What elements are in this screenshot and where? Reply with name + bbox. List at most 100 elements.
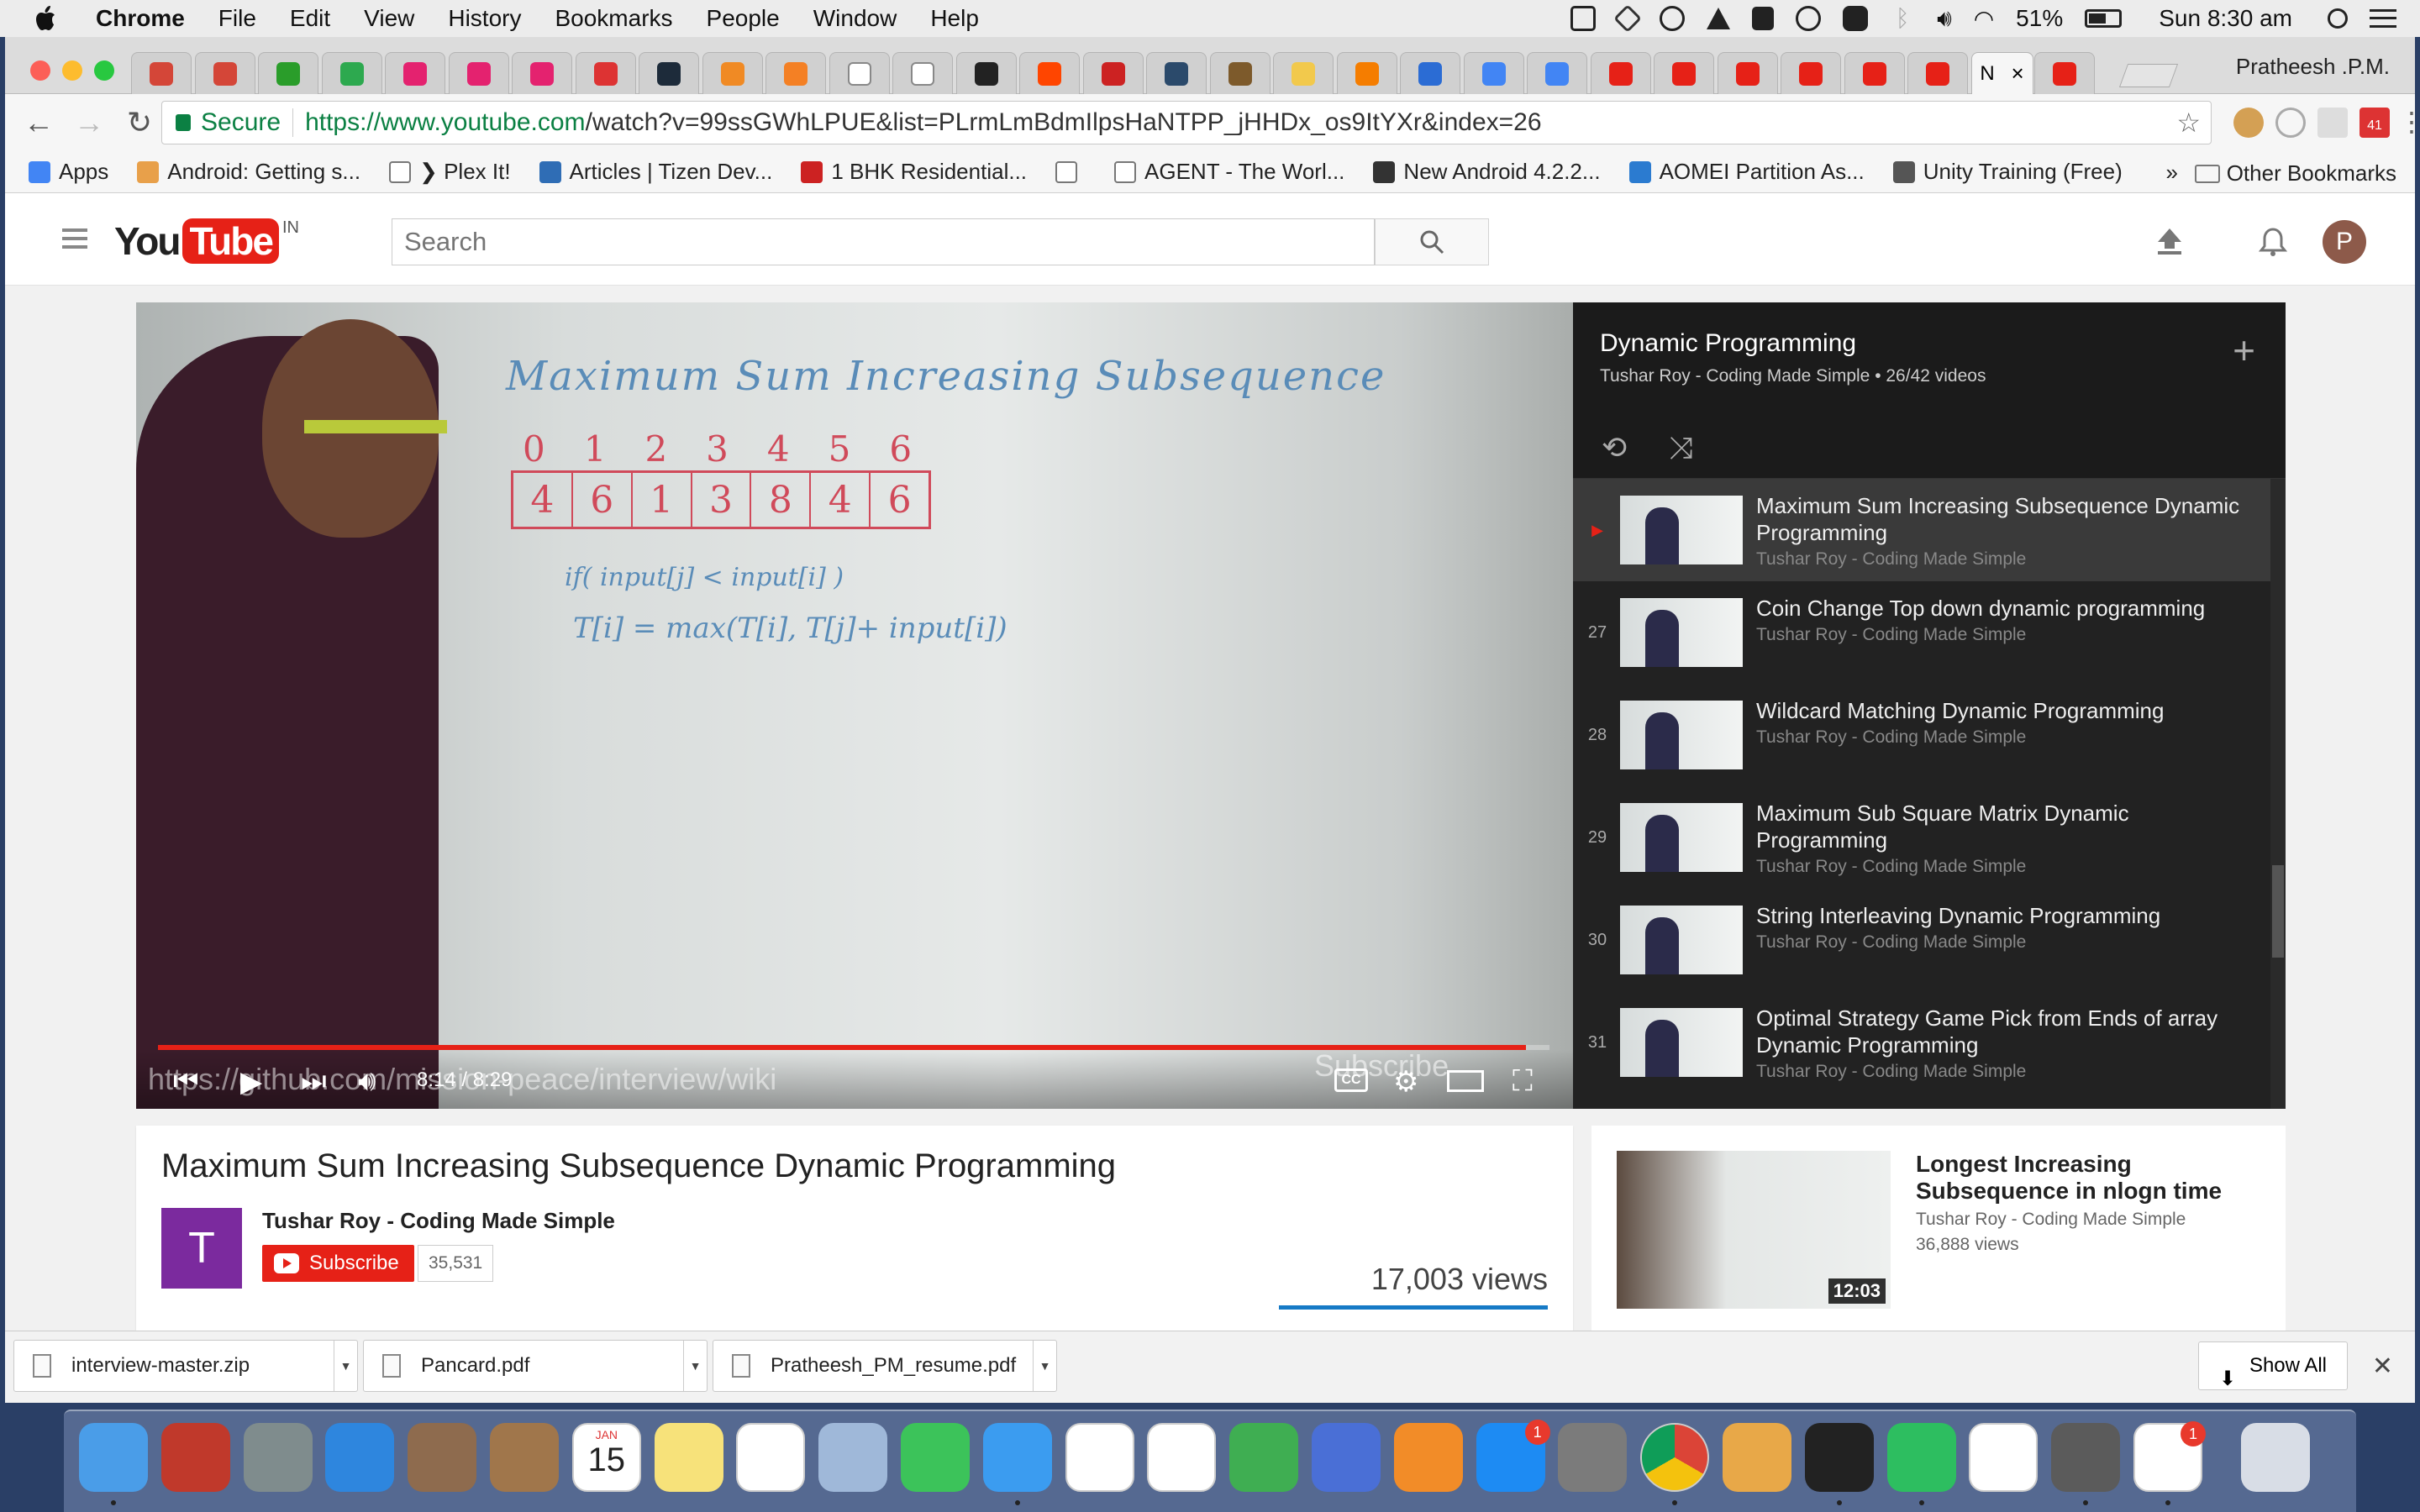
playlist-item-thumbnail[interactable] bbox=[1620, 496, 1743, 564]
related-video[interactable]: 12:03 Longest Increasing Subsequence in … bbox=[1591, 1126, 2286, 1331]
bookmark-item[interactable]: AOMEI Partition As... bbox=[1628, 159, 1865, 185]
loop-playlist-icon[interactable]: ⟲ bbox=[1602, 430, 1627, 465]
account-avatar[interactable]: P bbox=[2323, 220, 2366, 264]
playlist-item-title[interactable]: Maximum Sub Square Matrix Dynamic Progra… bbox=[1756, 800, 2252, 853]
browser-tab[interactable] bbox=[385, 52, 445, 94]
browser-tab[interactable] bbox=[575, 52, 636, 94]
related-title[interactable]: Longest Increasing Subsequence in nlogn … bbox=[1916, 1151, 2269, 1205]
playlist-item[interactable]: ▶ Maximum Sum Increasing Subsequence Dyna… bbox=[1573, 479, 2270, 581]
browser-tab[interactable] bbox=[1336, 52, 1397, 94]
download-menu-button[interactable]: ▼ bbox=[1033, 1341, 1056, 1391]
adobe-status-icon[interactable] bbox=[1752, 7, 1775, 30]
browser-tab[interactable] bbox=[512, 52, 572, 94]
calendar-icon[interactable]: JAN 15 bbox=[571, 1423, 641, 1492]
browser-tab[interactable] bbox=[448, 52, 509, 94]
playlist-item-title[interactable]: Wildcard Matching Dynamic Programming bbox=[1756, 697, 2252, 724]
browser-tab[interactable] bbox=[2034, 52, 2095, 94]
forward-button[interactable]: → bbox=[71, 104, 108, 141]
menu-bookmarks[interactable]: Bookmarks bbox=[555, 5, 672, 32]
messages-icon[interactable] bbox=[982, 1423, 1052, 1492]
menu-help[interactable]: Help bbox=[930, 5, 979, 32]
download-menu-button[interactable]: ▼ bbox=[334, 1341, 357, 1391]
playlist-item-title[interactable]: String Interleaving Dynamic Programming bbox=[1756, 902, 2252, 929]
browser-tab[interactable] bbox=[1527, 52, 1587, 94]
menu-view[interactable]: View bbox=[364, 5, 414, 32]
terminal-icon[interactable] bbox=[1804, 1423, 1874, 1492]
notes-icon[interactable] bbox=[654, 1423, 723, 1492]
menu-file[interactable]: File bbox=[218, 5, 256, 32]
browser-tab[interactable] bbox=[1400, 52, 1460, 94]
browser-tab[interactable] bbox=[1844, 52, 1905, 94]
close-window-button[interactable] bbox=[30, 60, 50, 81]
cookie-extension-icon[interactable] bbox=[2233, 108, 2264, 138]
channel-name[interactable]: Tushar Roy - Coding Made Simple bbox=[262, 1208, 615, 1234]
playlist-item-thumbnail[interactable] bbox=[1620, 1008, 1743, 1077]
subscribe-overlay[interactable]: Subscribe bbox=[1314, 1048, 1449, 1084]
browser-tab[interactable] bbox=[1907, 52, 1968, 94]
address-bar[interactable]: Secure https://www.youtube.com /watch?v=… bbox=[161, 101, 2212, 144]
photos-icon[interactable] bbox=[1065, 1423, 1134, 1492]
chrome-icon[interactable] bbox=[1640, 1423, 1710, 1492]
theater-mode-icon[interactable] bbox=[1447, 1070, 1484, 1092]
apple-menu-icon[interactable] bbox=[34, 4, 59, 33]
trash-icon[interactable] bbox=[2240, 1423, 2310, 1492]
shield-status-icon[interactable] bbox=[1570, 6, 1597, 31]
blocked-status-icon[interactable] bbox=[1796, 6, 1822, 31]
playlist-scroll-thumb[interactable] bbox=[2272, 865, 2284, 958]
browser-tab[interactable] bbox=[892, 52, 953, 94]
grid-extension-icon[interactable] bbox=[2317, 108, 2348, 138]
zoom-window-button[interactable] bbox=[94, 60, 114, 81]
browser-tab[interactable] bbox=[258, 52, 318, 94]
add-playlist-icon[interactable]: + bbox=[2233, 328, 2255, 373]
video-player[interactable]: Maximum Sum Increasing Subsequence 01234… bbox=[136, 302, 1573, 1109]
battery-percent[interactable]: 51% bbox=[2016, 5, 2063, 32]
playlist-item[interactable]: 29 Maximum Sub Square Matrix Dynamic Prog… bbox=[1573, 786, 2270, 889]
pages-icon[interactable] bbox=[1723, 1423, 1791, 1492]
guide-menu-icon[interactable] bbox=[62, 228, 87, 249]
security-icon[interactable] bbox=[160, 1423, 230, 1492]
playlist-item[interactable]: 30 String Interleaving Dynamic Programmin… bbox=[1573, 889, 2270, 991]
fullscreen-icon[interactable]: ⛶ bbox=[1512, 1065, 1533, 1098]
browser-tab[interactable] bbox=[1717, 52, 1778, 94]
itunes-icon[interactable] bbox=[1147, 1423, 1217, 1492]
safari-icon[interactable] bbox=[325, 1423, 395, 1492]
new-tab-button[interactable] bbox=[2118, 64, 2178, 87]
browser-tab[interactable] bbox=[702, 52, 763, 94]
playlist-item[interactable]: 28 Wildcard Matching Dynamic Programming T… bbox=[1573, 684, 2270, 786]
search-button[interactable] bbox=[1375, 218, 1489, 265]
youtube-logo[interactable]: You Tube IN bbox=[114, 218, 299, 264]
menu-history[interactable]: History bbox=[448, 5, 521, 32]
contacts-icon[interactable] bbox=[490, 1423, 559, 1492]
active-tab[interactable]: N × bbox=[1970, 52, 2033, 94]
browser-tab[interactable] bbox=[955, 52, 1017, 94]
numbers-icon[interactable] bbox=[1229, 1423, 1299, 1492]
molecule-icon[interactable] bbox=[2051, 1423, 2121, 1492]
browser-tab[interactable] bbox=[321, 52, 382, 94]
drive-status-icon[interactable] bbox=[1707, 8, 1731, 29]
playlist-item-thumbnail[interactable] bbox=[1620, 906, 1743, 974]
reload-button[interactable]: ↻ bbox=[121, 104, 158, 141]
photo-booth-icon[interactable] bbox=[818, 1423, 888, 1492]
volume-icon[interactable]: 🔊︎ bbox=[1937, 5, 1952, 33]
playlist-item[interactable]: 27 Coin Change Top down dynamic programmi… bbox=[1573, 581, 2270, 684]
bookmark-item[interactable]: Android: Getting s... bbox=[137, 159, 360, 185]
upload-status-icon[interactable] bbox=[1660, 6, 1686, 31]
other-bookmarks[interactable]: Other Bookmarks bbox=[2194, 160, 2396, 186]
browser-tab[interactable] bbox=[1273, 52, 1334, 94]
playlist-item-thumbnail[interactable] bbox=[1620, 803, 1743, 872]
browser-tab[interactable] bbox=[829, 52, 890, 94]
bookmark-star-icon[interactable]: ☆ bbox=[2176, 107, 2201, 139]
browser-tab[interactable] bbox=[1654, 52, 1714, 94]
facetime-icon[interactable] bbox=[901, 1423, 970, 1492]
notifications-bell-icon[interactable] bbox=[2259, 227, 2287, 257]
keynote-icon[interactable] bbox=[1312, 1423, 1381, 1492]
download-item[interactable]: Pratheesh_PM_resume.pdf ▼ bbox=[713, 1340, 1057, 1392]
launchpad-icon[interactable] bbox=[243, 1423, 313, 1492]
bookmark-item[interactable]: 1 BHK Residential... bbox=[801, 159, 1027, 185]
reminders-icon[interactable] bbox=[736, 1423, 806, 1492]
bookmark-item[interactable]: Unity Training (Free) bbox=[1892, 159, 2123, 185]
show-all-downloads-button[interactable]: ⬇ Show All bbox=[2197, 1341, 2348, 1390]
slack-icon[interactable]: 1 bbox=[2133, 1421, 2206, 1492]
browser-tab[interactable] bbox=[1146, 52, 1207, 94]
subscribe-button[interactable]: Subscribe bbox=[262, 1245, 414, 1282]
